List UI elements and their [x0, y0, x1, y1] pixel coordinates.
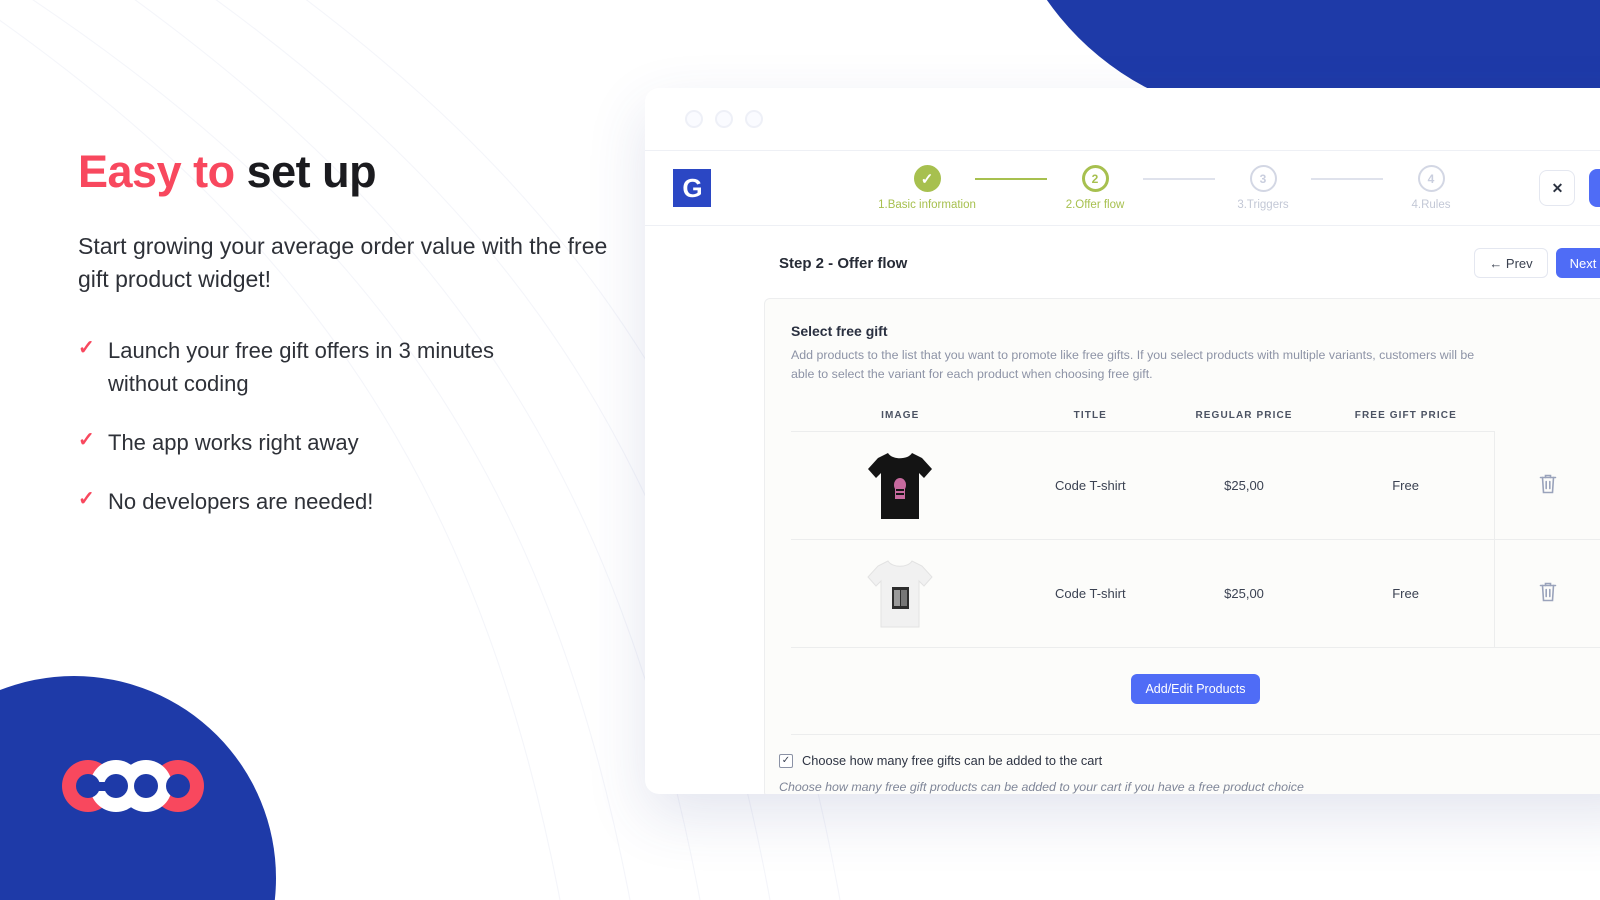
table-row: Code T-shirt $25,00 Free	[791, 539, 1600, 649]
step-navigation: ← Prev Next →	[1474, 248, 1600, 278]
check-icon: ✓	[78, 429, 95, 452]
list-item: ✓ Launch your free gift offers in 3 minu…	[78, 334, 638, 400]
list-item: ✓ The app works right away	[78, 426, 638, 459]
stepper-connector	[1143, 178, 1215, 180]
stepper-step-2[interactable]: 2 2.Offer flow	[1047, 165, 1143, 211]
app-logo[interactable]: G	[673, 169, 711, 207]
black-tshirt-thumbnail	[868, 452, 933, 519]
window-dot-maximize-icon[interactable]	[745, 110, 763, 128]
stepper-step-number: 2	[1081, 165, 1109, 192]
prev-button[interactable]: ← Prev	[1474, 248, 1548, 278]
checkbox-icon[interactable]: ✓	[779, 753, 793, 768]
product-regular-price-cell: $25,00	[1171, 431, 1317, 541]
subheadline: Start growing your average order value w…	[78, 232, 608, 293]
white-tshirt-thumbnail	[867, 560, 933, 628]
close-icon: ✕	[1551, 179, 1564, 196]
column-header-image: IMAGE	[791, 402, 1010, 433]
page-title: Easy to set up	[78, 146, 638, 198]
stepper-step-3[interactable]: 3 3.Triggers	[1215, 165, 1311, 211]
stepper-connector	[1311, 178, 1383, 180]
panel-description: Add products to the list that you want t…	[791, 348, 1475, 382]
free-gift-quantity-checkbox-row[interactable]: ✓ Choose how many free gifts can be adde…	[779, 735, 1600, 768]
checkbox-help-text: Choose how many free gift products can b…	[779, 780, 1304, 794]
stepper-step-number: 3	[1249, 165, 1277, 192]
add-products-row: Add/Edit Products	[791, 648, 1600, 736]
window-dot-minimize-icon[interactable]	[715, 110, 733, 128]
stepper-step-label: 3.Triggers	[1237, 199, 1289, 211]
list-item-label: Launch your free gift offers in 3 minute…	[108, 338, 495, 397]
stepper-step-label: 2.Offer flow	[1065, 199, 1125, 211]
publish-button[interactable]: Publish	[1589, 169, 1600, 207]
table-row: Code T-shirt $25,00 Free	[791, 431, 1600, 541]
step-toolbar: Step 2 - Offer flow ← Prev Next →	[645, 226, 1600, 292]
product-actions-cell	[1494, 539, 1600, 649]
app-header: G ✓ 1.Basic information 2 2.Offer flow 3…	[645, 150, 1600, 226]
list-item-label: No developers are needed!	[108, 489, 374, 515]
product-title-cell: Code T-shirt	[1009, 539, 1172, 649]
gooo-logo	[62, 760, 204, 812]
product-regular-price-cell: $25,00	[1171, 539, 1317, 649]
trash-icon[interactable]	[1538, 581, 1558, 603]
list-item: ✓ No developers are needed!	[78, 485, 638, 518]
header-actions: ✕ Publish	[1539, 169, 1600, 207]
stepper-connector	[975, 178, 1047, 180]
column-header-free-gift-price: FREE GIFT PRICE	[1316, 402, 1495, 433]
add-edit-products-button[interactable]: Add/Edit Products	[1131, 674, 1260, 705]
column-header-regular-price: REGULAR PRICE	[1171, 402, 1317, 433]
product-title-cell: Code T-shirt	[1009, 431, 1172, 541]
step-title: Step 2 - Offer flow	[779, 254, 908, 272]
product-free-gift-price-cell: Free	[1316, 539, 1496, 649]
prev-button-label: ← Prev	[1489, 255, 1533, 271]
list-item-label: The app works right away	[108, 430, 359, 456]
column-header-actions	[1495, 402, 1600, 432]
free-gift-products-table: IMAGE TITLE REGULAR PRICE FREE GIFT PRIC…	[791, 402, 1600, 649]
browser-window: G ✓ 1.Basic information 2 2.Offer flow 3…	[645, 88, 1600, 794]
headline-accent: Easy to	[78, 146, 247, 197]
trash-icon[interactable]	[1538, 473, 1558, 495]
marketing-column: Easy to set up Start growing your averag…	[78, 146, 638, 544]
add-edit-products-label: Add/Edit Products	[1145, 682, 1246, 697]
next-button-label: Next →	[1569, 255, 1600, 271]
next-button[interactable]: Next →	[1555, 248, 1600, 278]
stepper-step-4[interactable]: 4 4.Rules	[1383, 165, 1479, 211]
product-actions-cell	[1494, 431, 1600, 541]
check-icon: ✓	[913, 165, 941, 192]
product-free-gift-price-cell: Free	[1316, 431, 1496, 541]
stepper-step-label: 1.Basic information	[878, 199, 976, 211]
headline-rest: set up	[246, 146, 377, 197]
check-icon: ✓	[78, 337, 95, 360]
window-dot-close-icon[interactable]	[685, 110, 703, 128]
column-header-title: TITLE	[1009, 402, 1172, 433]
stepper-step-1[interactable]: ✓ 1.Basic information	[878, 165, 976, 211]
browser-chrome-bar	[645, 88, 1600, 150]
product-image-cell	[791, 539, 1010, 649]
check-icon: ✓	[78, 488, 95, 511]
page-root: Easy to set up Start growing your averag…	[0, 0, 1600, 900]
panel-title: Select free gift	[791, 323, 888, 339]
stepper-step-number: 4	[1417, 165, 1445, 192]
table-header-row: IMAGE TITLE REGULAR PRICE FREE GIFT PRIC…	[791, 402, 1600, 433]
select-free-gift-panel: Select free gift Add products to the lis…	[764, 298, 1600, 794]
wizard-stepper: ✓ 1.Basic information 2 2.Offer flow 3 3…	[878, 165, 1479, 211]
product-image-cell	[791, 431, 1010, 541]
checkbox-label: Choose how many free gifts can be added …	[802, 753, 1103, 769]
feature-bullet-list: ✓ Launch your free gift offers in 3 minu…	[78, 334, 638, 518]
stepper-step-label: 4.Rules	[1411, 199, 1451, 211]
close-button[interactable]: ✕	[1539, 170, 1576, 206]
